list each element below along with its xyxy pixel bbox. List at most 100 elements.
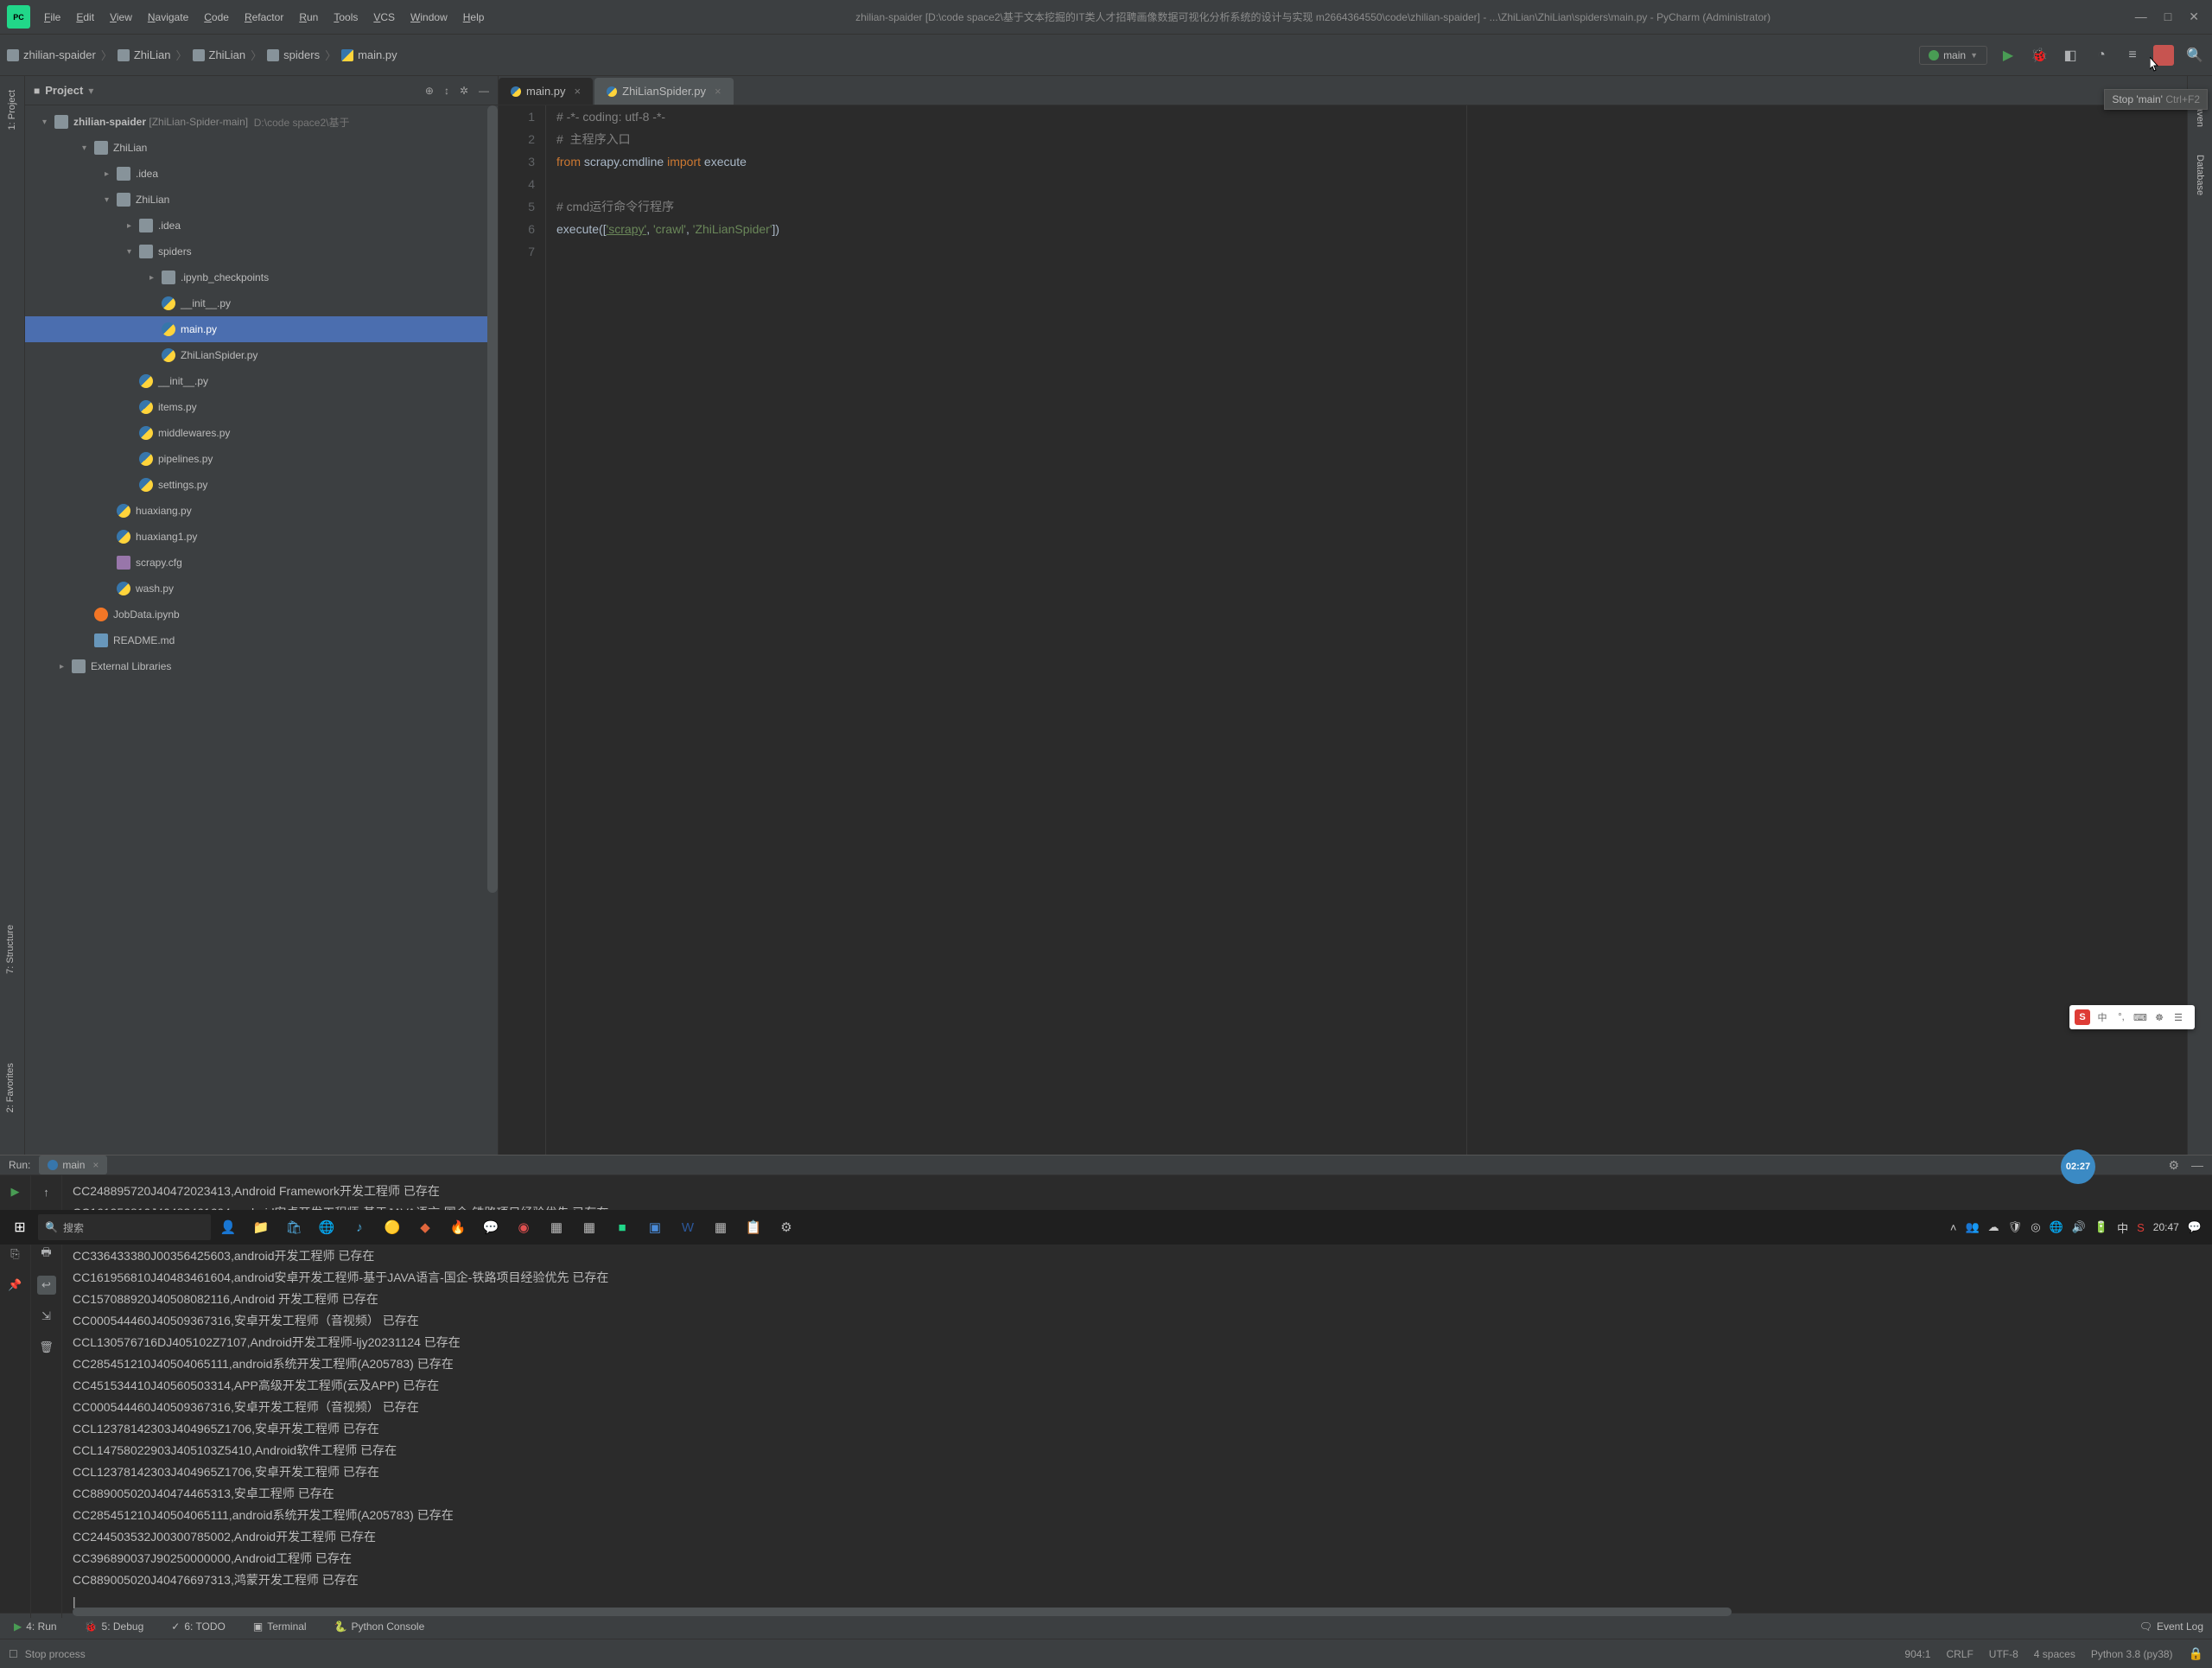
tray-people-icon[interactable]: 👥	[1965, 1220, 1979, 1234]
tray-app-icon[interactable]: ◎	[2031, 1220, 2040, 1234]
tray-network-icon[interactable]: 🌐	[2050, 1220, 2063, 1234]
chrome-icon[interactable]: 🟡	[377, 1213, 408, 1241]
hide-icon[interactable]: —	[2191, 1158, 2203, 1173]
menu-file[interactable]: File	[37, 8, 67, 27]
tray-sogou-icon[interactable]: S	[2137, 1221, 2145, 1234]
soft-wrap-button[interactable]: ↩	[37, 1276, 56, 1295]
tree-item[interactable]: ▸.ipynb_checkpoints	[25, 264, 498, 290]
locate-icon[interactable]: ⊕	[425, 85, 434, 97]
caret-position[interactable]: 904:1	[1904, 1648, 1930, 1660]
tree-item[interactable]: middlewares.py	[25, 420, 498, 446]
favorites-toolwindow-tab[interactable]: 2: Favorites	[5, 1063, 16, 1112]
menu-window[interactable]: Window	[404, 8, 454, 27]
store-icon[interactable]: 🛍	[278, 1213, 309, 1241]
todo-tab[interactable]: ✓6: TODO	[166, 1618, 231, 1635]
taskbar-search[interactable]: 🔍 搜索	[38, 1214, 211, 1240]
line-separator[interactable]: CRLF	[1946, 1648, 1973, 1660]
ime-skin-icon[interactable]: ☸	[2152, 1010, 2166, 1024]
search-everywhere-button[interactable]: 🔍	[2184, 45, 2205, 66]
hide-icon[interactable]: —	[479, 85, 489, 97]
concurrency-button[interactable]: ≡	[2122, 45, 2143, 66]
tree-item[interactable]: ▸.idea	[25, 213, 498, 239]
tray-notifications-icon[interactable]: 💬	[2188, 1220, 2202, 1234]
run-coverage-button[interactable]: ◧	[2060, 45, 2081, 66]
menu-vcs[interactable]: VCS	[366, 8, 402, 27]
tree-item[interactable]: __init__.py	[25, 290, 498, 316]
close-icon[interactable]: ×	[715, 85, 721, 98]
file-encoding[interactable]: UTF-8	[1989, 1648, 2018, 1660]
rerun-button[interactable]: ▶	[6, 1182, 25, 1201]
run-panel-tab[interactable]: main ×	[39, 1156, 107, 1175]
python-interpreter[interactable]: Python 3.8 (py38)	[2091, 1648, 2173, 1660]
tree-item[interactable]: ▸External Libraries	[25, 653, 498, 679]
ime-keyboard-icon[interactable]: ⌨	[2133, 1010, 2147, 1024]
explorer-icon[interactable]: 📁	[245, 1213, 276, 1241]
breadcrumb-item[interactable]: ZhiLian	[118, 48, 171, 61]
tree-item[interactable]: pipelines.py	[25, 446, 498, 472]
debug-tab[interactable]: 🐞5: Debug	[79, 1618, 149, 1635]
chevron-down-icon[interactable]: ▾	[88, 85, 93, 97]
editor-body[interactable]: 1234567 # -*- coding: utf-8 -*-# 主程序入口fr…	[499, 105, 2187, 1155]
breadcrumb-item[interactable]: main.py	[341, 48, 397, 61]
settings-icon[interactable]: ✲	[460, 85, 468, 97]
ime-menu-icon[interactable]: ☰	[2171, 1010, 2185, 1024]
clear-button[interactable]: 🗑	[37, 1338, 56, 1357]
menu-help[interactable]: Help	[456, 8, 492, 27]
tree-item[interactable]: ▾ZhiLian	[25, 135, 498, 161]
edge-icon[interactable]: 🌐	[311, 1213, 342, 1241]
close-icon[interactable]: ×	[575, 85, 582, 98]
scroll-to-end-button[interactable]: ⇲	[37, 1307, 56, 1326]
app-icon-1[interactable]: ◆	[410, 1213, 441, 1241]
app-icon-2[interactable]: 🔥	[442, 1213, 474, 1241]
menu-code[interactable]: Code	[197, 8, 236, 27]
tree-item[interactable]: ZhiLianSpider.py	[25, 342, 498, 368]
avatar-icon[interactable]: 👤	[213, 1213, 244, 1241]
tree-item[interactable]: settings.py	[25, 472, 498, 498]
music-icon[interactable]: ♪	[344, 1213, 375, 1241]
lock-icon[interactable]: 🔒	[2189, 1646, 2203, 1661]
scroll-up-button[interactable]: ↑	[37, 1182, 56, 1201]
tray-shield-icon[interactable]: 🛡	[2008, 1220, 2023, 1234]
horizontal-scrollbar[interactable]	[73, 1608, 1732, 1616]
menu-run[interactable]: Run	[292, 8, 325, 27]
app-icon-7[interactable]: ▦	[705, 1213, 736, 1241]
timer-badge[interactable]: 02:27	[2061, 1149, 2095, 1184]
tree-item[interactable]: huaxiang.py	[25, 498, 498, 524]
stop-button[interactable]	[2153, 45, 2174, 66]
run-config-selector[interactable]: main ▼	[1919, 46, 1987, 65]
app-icon-5[interactable]: ▦	[574, 1213, 605, 1241]
run-tab[interactable]: ▶4: Run	[9, 1618, 62, 1635]
event-log-tab[interactable]: 🗨Event Log	[2139, 1620, 2203, 1633]
project-tree[interactable]: ▾zhilian-spaider [ZhiLian-Spider-main] D…	[25, 105, 498, 1155]
tree-item[interactable]: JobData.ipynb	[25, 602, 498, 627]
close-icon[interactable]: ×	[92, 1159, 99, 1171]
start-button[interactable]: ⊞	[3, 1213, 36, 1241]
breadcrumb-item[interactable]: spiders	[267, 48, 320, 61]
tray-chevron-icon[interactable]: ˄	[1950, 1221, 1957, 1234]
menu-edit[interactable]: Edit	[69, 8, 101, 27]
menu-navigate[interactable]: Navigate	[141, 8, 195, 27]
ime-toolbar[interactable]: S 中 °, ⌨ ☸ ☰	[2069, 1005, 2195, 1029]
app-icon-3[interactable]: ◉	[508, 1213, 539, 1241]
editor-tab[interactable]: ZhiLianSpider.py×	[594, 78, 733, 105]
indent-info[interactable]: 4 spaces	[2034, 1648, 2075, 1660]
tree-item[interactable]: huaxiang1.py	[25, 524, 498, 550]
app-icon-9[interactable]: ⚙	[771, 1213, 802, 1241]
tray-ime-icon[interactable]: 中	[2117, 1219, 2128, 1236]
pycharm-taskbar-icon[interactable]: ■	[607, 1213, 638, 1241]
profile-button[interactable]: ◔	[2091, 45, 2112, 66]
tray-volume-icon[interactable]: 🔊	[2072, 1220, 2086, 1234]
tree-item[interactable]: ▾ZhiLian	[25, 187, 498, 213]
maximize-button[interactable]: □	[2164, 10, 2171, 24]
word-icon[interactable]: W	[672, 1213, 703, 1241]
tree-item[interactable]: items.py	[25, 394, 498, 420]
close-button[interactable]: ✕	[2189, 10, 2199, 24]
settings-icon[interactable]: ⚙	[2168, 1158, 2179, 1173]
tree-item[interactable]: wash.py	[25, 576, 498, 602]
tree-item[interactable]: main.py	[25, 316, 498, 342]
menu-tools[interactable]: Tools	[327, 8, 365, 27]
tree-item[interactable]: __init__.py	[25, 368, 498, 394]
terminal-tab[interactable]: ▣Terminal	[248, 1618, 312, 1635]
breadcrumb-item[interactable]: ZhiLian	[193, 48, 246, 61]
tree-root[interactable]: ▾zhilian-spaider [ZhiLian-Spider-main] D…	[25, 109, 498, 135]
